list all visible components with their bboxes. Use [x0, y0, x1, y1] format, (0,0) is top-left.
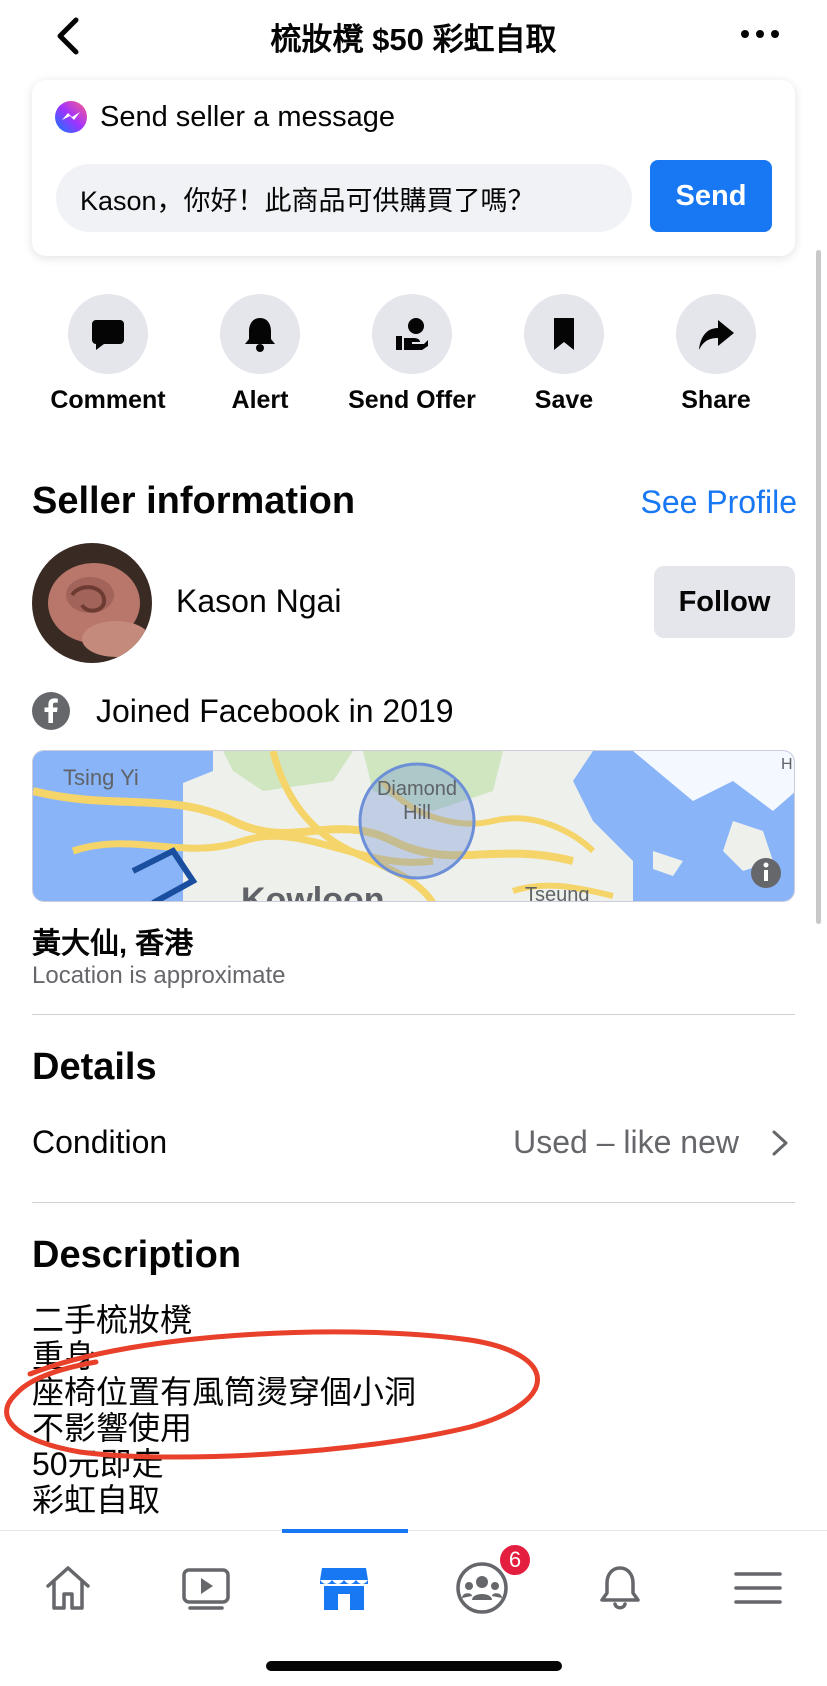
alert-circle [220, 294, 300, 374]
tab-menu[interactable] [723, 1553, 793, 1623]
divider [32, 1014, 795, 1015]
map-label-tsing-yi: Tsing Yi [63, 765, 139, 790]
description-heading: Description [32, 1234, 242, 1276]
share-arrow-icon [699, 320, 734, 350]
description-line: 不影響使用 [32, 1410, 193, 1446]
message-seller-card: Send seller a message Kason，你好！此商品可供購買了嗎… [32, 80, 795, 256]
more-options-button[interactable] [737, 22, 783, 46]
page-title: 梳妝櫈 $50 彩虹自取 [270, 22, 557, 57]
home-icon [46, 1566, 90, 1610]
alert-label: Alert [231, 386, 289, 414]
message-card-title: Send seller a message [100, 100, 395, 133]
comment-circle [68, 294, 148, 374]
send-button[interactable]: Send [650, 160, 772, 232]
description-line: 二手梳妝櫈 [32, 1302, 193, 1338]
tab-marketplace[interactable] [309, 1553, 379, 1623]
comment-icon [92, 320, 124, 350]
menu-icon [734, 1572, 782, 1604]
alert-button[interactable]: Alert [180, 294, 340, 415]
message-input[interactable]: Kason，你好！此商品可供購買了嗎？ [56, 164, 632, 232]
share-label: Share [681, 386, 751, 414]
joined-info: Joined Facebook in 2019 [32, 692, 454, 730]
share-button[interactable]: Share [636, 294, 796, 415]
comment-button[interactable]: Comment [28, 294, 188, 415]
bookmark-icon [554, 318, 574, 350]
seller-avatar[interactable] [32, 543, 152, 663]
save-label: Save [534, 386, 594, 414]
see-profile-link[interactable]: See Profile [640, 484, 797, 521]
description-line: 重身 [32, 1338, 97, 1374]
facebook-icon [32, 692, 70, 730]
description-line: 彩虹自取 [32, 1482, 161, 1518]
video-icon [182, 1568, 230, 1610]
description-line: 50元即走 [32, 1446, 164, 1482]
location-name: 黃大仙, 香港 [32, 928, 194, 960]
map-label-edge: H [781, 756, 793, 773]
notifications-icon [600, 1566, 640, 1610]
seller-name[interactable]: Kason Ngai [176, 583, 341, 620]
description-line: 座椅位置有風筒燙穿個小洞 [32, 1374, 417, 1410]
tab-home[interactable] [33, 1553, 103, 1623]
send-offer-button[interactable]: Send Offer [332, 294, 492, 415]
details-heading: Details [32, 1046, 157, 1088]
share-circle [676, 294, 756, 374]
back-button[interactable] [50, 14, 90, 58]
send-offer-label: Send Offer [348, 386, 476, 414]
messenger-icon [55, 101, 87, 133]
joined-text: Joined Facebook in 2019 [96, 692, 454, 729]
action-row: Comment Alert Send Offer Save Share [0, 294, 827, 424]
condition-label: Condition [32, 1124, 168, 1160]
home-indicator[interactable] [266, 1661, 562, 1671]
save-button[interactable]: Save [484, 294, 644, 415]
tab-notifications[interactable] [585, 1553, 655, 1623]
location-note: Location is approximate [32, 962, 286, 989]
send-offer-circle [372, 294, 452, 374]
condition-value[interactable]: Used – like new [513, 1124, 739, 1161]
map-label-diamond: Diamond [377, 778, 457, 800]
description-text: 二手梳妝櫈 重身 座椅位置有風筒燙穿個小洞 不影響使用 50元即走 彩虹自取 [32, 1302, 416, 1518]
comment-label: Comment [50, 386, 166, 414]
tab-video[interactable] [171, 1553, 241, 1623]
avatar-photo [32, 543, 152, 663]
map-label-tseung: Tseung [525, 884, 590, 902]
active-tab-indicator [282, 1529, 408, 1533]
chevron-left-icon [57, 17, 79, 55]
bell-icon [245, 318, 275, 352]
scrollbar[interactable] [816, 250, 821, 924]
seller-info-heading: Seller information [32, 480, 356, 522]
offer-hand-icon [396, 318, 428, 350]
message-card-header: Send seller a message [54, 100, 395, 134]
location-map[interactable]: Tsing Yi Diamond Hill Kowloon Tseung H [32, 750, 795, 902]
map-label-kowloon: Kowloon [241, 881, 385, 902]
marketplace-icon [320, 1568, 368, 1610]
chevron-right-icon[interactable] [768, 1124, 792, 1162]
groups-notification-badge: 6 [498, 1543, 532, 1577]
follow-button[interactable]: Follow [654, 566, 795, 638]
map-graphic: Tsing Yi Diamond Hill Kowloon Tseung H [33, 751, 794, 902]
top-bar: 梳妝櫈 $50 彩虹自取 [0, 0, 827, 72]
save-circle [524, 294, 604, 374]
divider [32, 1202, 795, 1203]
map-label-hill: Hill [403, 802, 431, 824]
more-dots-icon [741, 30, 779, 38]
map-info-icon[interactable] [751, 858, 781, 888]
